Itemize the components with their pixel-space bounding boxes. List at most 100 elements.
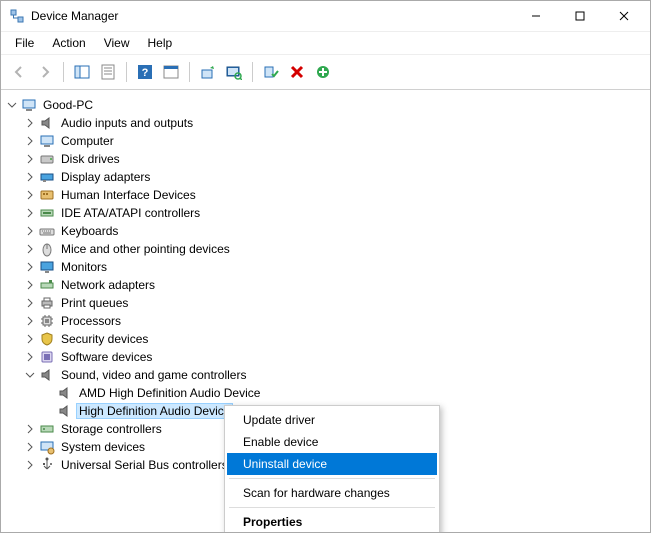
context-menu-update-driver[interactable]: Update driver xyxy=(227,409,437,431)
tree-node-mice[interactable]: Mice and other pointing devices xyxy=(23,240,646,258)
scan-hardware-button[interactable] xyxy=(222,60,246,84)
help-button[interactable]: ? xyxy=(133,60,157,84)
chevron-right-icon[interactable] xyxy=(23,116,37,130)
tree-node-processors[interactable]: Processors xyxy=(23,312,646,330)
minimize-button[interactable] xyxy=(514,2,558,30)
context-menu-uninstall-device[interactable]: Uninstall device xyxy=(227,453,437,475)
tree-node-network[interactable]: Network adapters xyxy=(23,276,646,294)
context-menu-scan-hardware[interactable]: Scan for hardware changes xyxy=(227,482,437,504)
context-menu-separator xyxy=(229,478,435,479)
chevron-right-icon[interactable] xyxy=(23,332,37,346)
tree-node-label: AMD High Definition Audio Device xyxy=(77,386,262,400)
tree-node-label: Monitors xyxy=(59,260,109,274)
toolbar-separator xyxy=(63,62,64,82)
tree-node-label: Storage controllers xyxy=(59,422,164,436)
context-menu-properties[interactable]: Properties xyxy=(227,511,437,532)
chevron-right-icon[interactable] xyxy=(23,314,37,328)
speaker-icon xyxy=(39,115,55,131)
uninstall-device-button[interactable] xyxy=(285,60,309,84)
window-controls xyxy=(514,2,646,30)
tree-node-computer[interactable]: Computer xyxy=(23,132,646,150)
chevron-right-icon[interactable] xyxy=(23,296,37,310)
chevron-right-icon[interactable] xyxy=(23,350,37,364)
chevron-right-icon[interactable] xyxy=(23,188,37,202)
toolbar-separator xyxy=(189,62,190,82)
hid-icon xyxy=(39,187,55,203)
cpu-icon xyxy=(39,313,55,329)
close-button[interactable] xyxy=(602,2,646,30)
chevron-right-icon[interactable] xyxy=(23,170,37,184)
menu-help[interactable]: Help xyxy=(140,34,181,52)
show-hide-tree-button[interactable] xyxy=(70,60,94,84)
tree-node-monitors[interactable]: Monitors xyxy=(23,258,646,276)
chevron-right-icon[interactable] xyxy=(23,458,37,472)
tree-node-label: Universal Serial Bus controllers xyxy=(59,458,230,472)
tree-node-label: High Definition Audio Device xyxy=(77,404,232,418)
chevron-down-icon[interactable] xyxy=(23,368,37,382)
chevron-right-icon[interactable] xyxy=(23,278,37,292)
tree-node-label: Processors xyxy=(59,314,123,328)
toolbar-separator xyxy=(252,62,253,82)
storage-controller-icon xyxy=(39,421,55,437)
chevron-right-icon[interactable] xyxy=(23,152,37,166)
tree-node-hid[interactable]: Human Interface Devices xyxy=(23,186,646,204)
tree-node-security[interactable]: Security devices xyxy=(23,330,646,348)
forward-button[interactable] xyxy=(33,60,57,84)
action-button[interactable] xyxy=(159,60,183,84)
menu-view[interactable]: View xyxy=(96,34,138,52)
disk-icon xyxy=(39,151,55,167)
svg-text:?: ? xyxy=(142,67,149,79)
network-adapter-icon xyxy=(39,277,55,293)
tree-node-label: Keyboards xyxy=(59,224,120,238)
tree-node-label: Display adapters xyxy=(59,170,152,184)
computer-icon xyxy=(39,133,55,149)
tree-node-label: Computer xyxy=(59,134,116,148)
tree-node-label: Print queues xyxy=(59,296,130,310)
chevron-down-icon[interactable] xyxy=(5,98,19,112)
tree-node-label: Sound, video and game controllers xyxy=(59,368,248,382)
chevron-right-icon[interactable] xyxy=(23,440,37,454)
tree-node-ide[interactable]: IDE ATA/ATAPI controllers xyxy=(23,204,646,222)
menu-file[interactable]: File xyxy=(7,34,42,52)
speaker-icon xyxy=(57,385,73,401)
tree-node-print-queues[interactable]: Print queues xyxy=(23,294,646,312)
chevron-right-icon[interactable] xyxy=(23,206,37,220)
tree-node-sound-amd[interactable]: AMD High Definition Audio Device xyxy=(41,384,646,402)
tree-root-node[interactable]: Good-PC xyxy=(5,96,646,114)
maximize-button[interactable] xyxy=(558,2,602,30)
shield-icon xyxy=(39,331,55,347)
properties-button[interactable] xyxy=(96,60,120,84)
speaker-icon xyxy=(39,367,55,383)
tree-node-disk[interactable]: Disk drives xyxy=(23,150,646,168)
context-menu-enable-device[interactable]: Enable device xyxy=(227,431,437,453)
tree-node-software[interactable]: Software devices xyxy=(23,348,646,366)
tree-node-display[interactable]: Display adapters xyxy=(23,168,646,186)
back-button[interactable] xyxy=(7,60,31,84)
chevron-right-icon[interactable] xyxy=(23,134,37,148)
ide-controller-icon xyxy=(39,205,55,221)
tree-node-label: IDE ATA/ATAPI controllers xyxy=(59,206,202,220)
tree-node-label: Software devices xyxy=(59,350,154,364)
device-tree-area[interactable]: Good-PC Audio inputs and outputs Compute… xyxy=(1,90,650,532)
toolbar-separator xyxy=(126,62,127,82)
device-manager-window: Device Manager File Action View Help xyxy=(0,0,651,533)
tree-node-sound[interactable]: Sound, video and game controllers xyxy=(23,366,646,384)
tree-node-label: System devices xyxy=(59,440,147,454)
chevron-right-icon[interactable] xyxy=(23,242,37,256)
menu-action[interactable]: Action xyxy=(44,34,93,52)
title-bar: Device Manager xyxy=(1,1,650,32)
add-legacy-hardware-button[interactable] xyxy=(311,60,335,84)
chevron-right-icon[interactable] xyxy=(23,260,37,274)
chevron-right-icon[interactable] xyxy=(23,224,37,238)
tree-node-label: Mice and other pointing devices xyxy=(59,242,232,256)
speaker-icon xyxy=(57,403,73,419)
enable-device-button[interactable] xyxy=(259,60,283,84)
mouse-icon xyxy=(39,241,55,257)
update-driver-button[interactable] xyxy=(196,60,220,84)
toolbar: ? xyxy=(1,55,650,90)
system-device-icon xyxy=(39,439,55,455)
tree-node-audio-io[interactable]: Audio inputs and outputs xyxy=(23,114,646,132)
tree-root-label: Good-PC xyxy=(41,98,95,112)
chevron-right-icon[interactable] xyxy=(23,422,37,436)
tree-node-keyboards[interactable]: Keyboards xyxy=(23,222,646,240)
